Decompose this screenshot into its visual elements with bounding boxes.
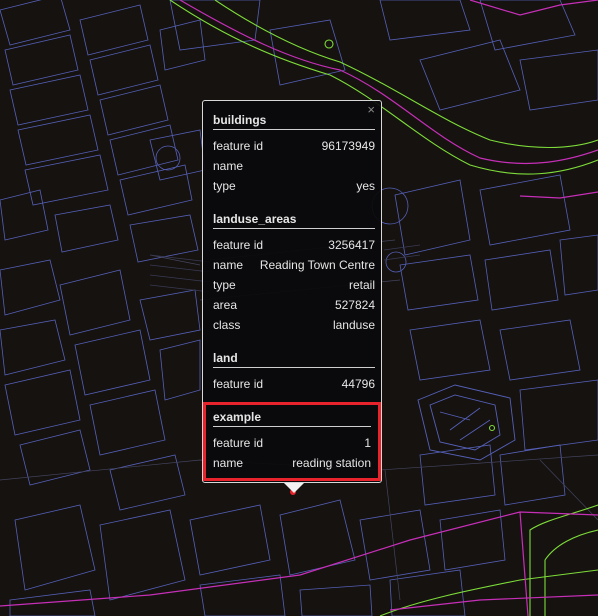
info-row: feature id 1	[213, 433, 371, 453]
popup-section-land: land feature id 44796	[213, 349, 375, 394]
row-value: landuse	[332, 318, 375, 332]
row-value: retail	[348, 278, 375, 292]
info-row: feature id 44796	[213, 374, 375, 394]
row-value: 96173949	[321, 139, 375, 153]
feature-info-popup: × buildings feature id 96173949 name typ…	[202, 100, 382, 483]
section-title: example	[213, 408, 371, 427]
row-key: feature id	[213, 139, 264, 153]
row-value: 3256417	[328, 238, 375, 252]
row-value: Reading Town Centre	[259, 258, 375, 272]
info-row: type yes	[213, 176, 375, 196]
row-key: name	[213, 159, 244, 173]
row-key: feature id	[213, 436, 264, 450]
popup-section-buildings: buildings feature id 96173949 name type …	[213, 111, 375, 196]
popup-section-landuse-areas: landuse_areas feature id 3256417 name Re…	[213, 210, 375, 335]
row-key: feature id	[213, 377, 264, 391]
info-row: name reading station	[213, 453, 371, 473]
info-row: feature id 96173949	[213, 136, 375, 156]
info-row: class landuse	[213, 315, 375, 335]
popup-section-example: example feature id 1 name reading statio…	[203, 402, 381, 481]
row-value: 44796	[341, 377, 375, 391]
row-key: feature id	[213, 238, 264, 252]
info-row: area 527824	[213, 295, 375, 315]
row-value: 527824	[334, 298, 375, 312]
row-key: area	[213, 298, 238, 312]
info-row: name Reading Town Centre	[213, 255, 375, 275]
row-key: name	[213, 258, 244, 272]
row-key: type	[213, 179, 236, 193]
row-key: class	[213, 318, 241, 332]
row-key: type	[213, 278, 236, 292]
section-title: buildings	[213, 111, 375, 130]
row-value: reading station	[292, 456, 371, 470]
row-value: yes	[356, 179, 375, 193]
popup-pointer	[284, 483, 304, 493]
info-row: name	[213, 156, 375, 176]
info-row: feature id 3256417	[213, 235, 375, 255]
info-row: type retail	[213, 275, 375, 295]
section-title: landuse_areas	[213, 210, 375, 229]
row-value: 1	[364, 436, 371, 450]
row-key: name	[213, 456, 244, 470]
section-title: land	[213, 349, 375, 368]
